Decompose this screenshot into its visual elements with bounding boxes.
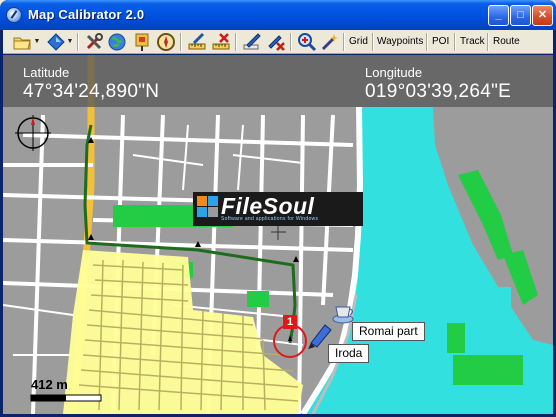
toolbar-separator xyxy=(372,33,374,51)
route-button[interactable]: Route xyxy=(491,33,522,51)
open-folder-icon[interactable] xyxy=(11,31,33,53)
toolbar-separator xyxy=(343,33,345,51)
compass-app-icon[interactable] xyxy=(6,7,22,23)
compass-icon[interactable] xyxy=(155,31,177,53)
window-title: Map Calibrator 2.0 xyxy=(28,7,145,22)
track-button[interactable]: Track xyxy=(458,33,487,51)
title-bar[interactable]: Map Calibrator 2.0 _ □ ✕ xyxy=(0,0,556,30)
toolbar-separator xyxy=(426,33,428,51)
edit-pencil-icon[interactable] xyxy=(241,31,263,53)
toolbar-separator xyxy=(487,33,489,51)
filesoul-watermark: FileSoul Software and applications for W… xyxy=(193,192,363,226)
close-button[interactable]: ✕ xyxy=(532,5,553,26)
pencil-delete-icon[interactable] xyxy=(265,31,287,53)
ruler-delete-icon[interactable] xyxy=(210,31,232,53)
toolbar-separator xyxy=(454,33,456,51)
maximize-button[interactable]: □ xyxy=(510,5,531,26)
ruler-pencil-icon[interactable] xyxy=(186,31,208,53)
scale-bar xyxy=(30,394,102,402)
waypoints-button[interactable]: Waypoints xyxy=(375,33,425,51)
scale-label: 412 m xyxy=(31,377,68,392)
tools-icon[interactable] xyxy=(83,31,105,53)
longitude-label: Longitude xyxy=(365,65,423,80)
app-window: Map Calibrator 2.0 _ □ ✕ ▼ ▼ Grid Waypoi… xyxy=(0,0,556,417)
map-canvas[interactable] xyxy=(3,55,553,414)
minimize-button[interactable]: _ xyxy=(488,5,509,26)
watermark-subtitle: Software and applications for Windows xyxy=(221,216,319,222)
latitude-label: Latitude xyxy=(23,65,70,80)
poi-label-romai-part[interactable]: Romai part xyxy=(352,322,425,341)
grid-button[interactable]: Grid xyxy=(347,33,370,51)
pin-flag-icon[interactable] xyxy=(131,31,153,53)
toolbar-separator xyxy=(235,33,237,51)
open-dropdown-arrow[interactable]: ▼ xyxy=(33,31,41,53)
filesoul-logo-icon xyxy=(197,196,218,217)
zoom-in-icon[interactable] xyxy=(296,31,318,53)
coordinates-panel: Latitude 47°34'24,890"N Longitude 019°03… xyxy=(3,55,553,107)
map-view[interactable]: Latitude 47°34'24,890"N Longitude 019°03… xyxy=(3,55,553,414)
toolbar-separator xyxy=(77,33,79,51)
longitude-value: 019°03'39,264"E xyxy=(365,81,512,102)
waypoint-number: 1 xyxy=(286,316,294,328)
toolbar-separator xyxy=(180,33,182,51)
poi-label-iroda[interactable]: Iroda xyxy=(328,344,370,363)
toolbar-separator xyxy=(290,33,292,51)
magic-wand-icon[interactable] xyxy=(319,31,341,53)
globe-icon[interactable] xyxy=(106,31,128,53)
latitude-value: 47°34'24,890"N xyxy=(23,81,160,102)
toolbar: ▼ ▼ Grid Waypoints POI Track Route xyxy=(3,30,553,54)
navigate-dropdown-arrow[interactable]: ▼ xyxy=(66,31,74,53)
navigate-diamond-icon[interactable] xyxy=(45,31,67,53)
poi-button[interactable]: POI xyxy=(430,33,451,51)
